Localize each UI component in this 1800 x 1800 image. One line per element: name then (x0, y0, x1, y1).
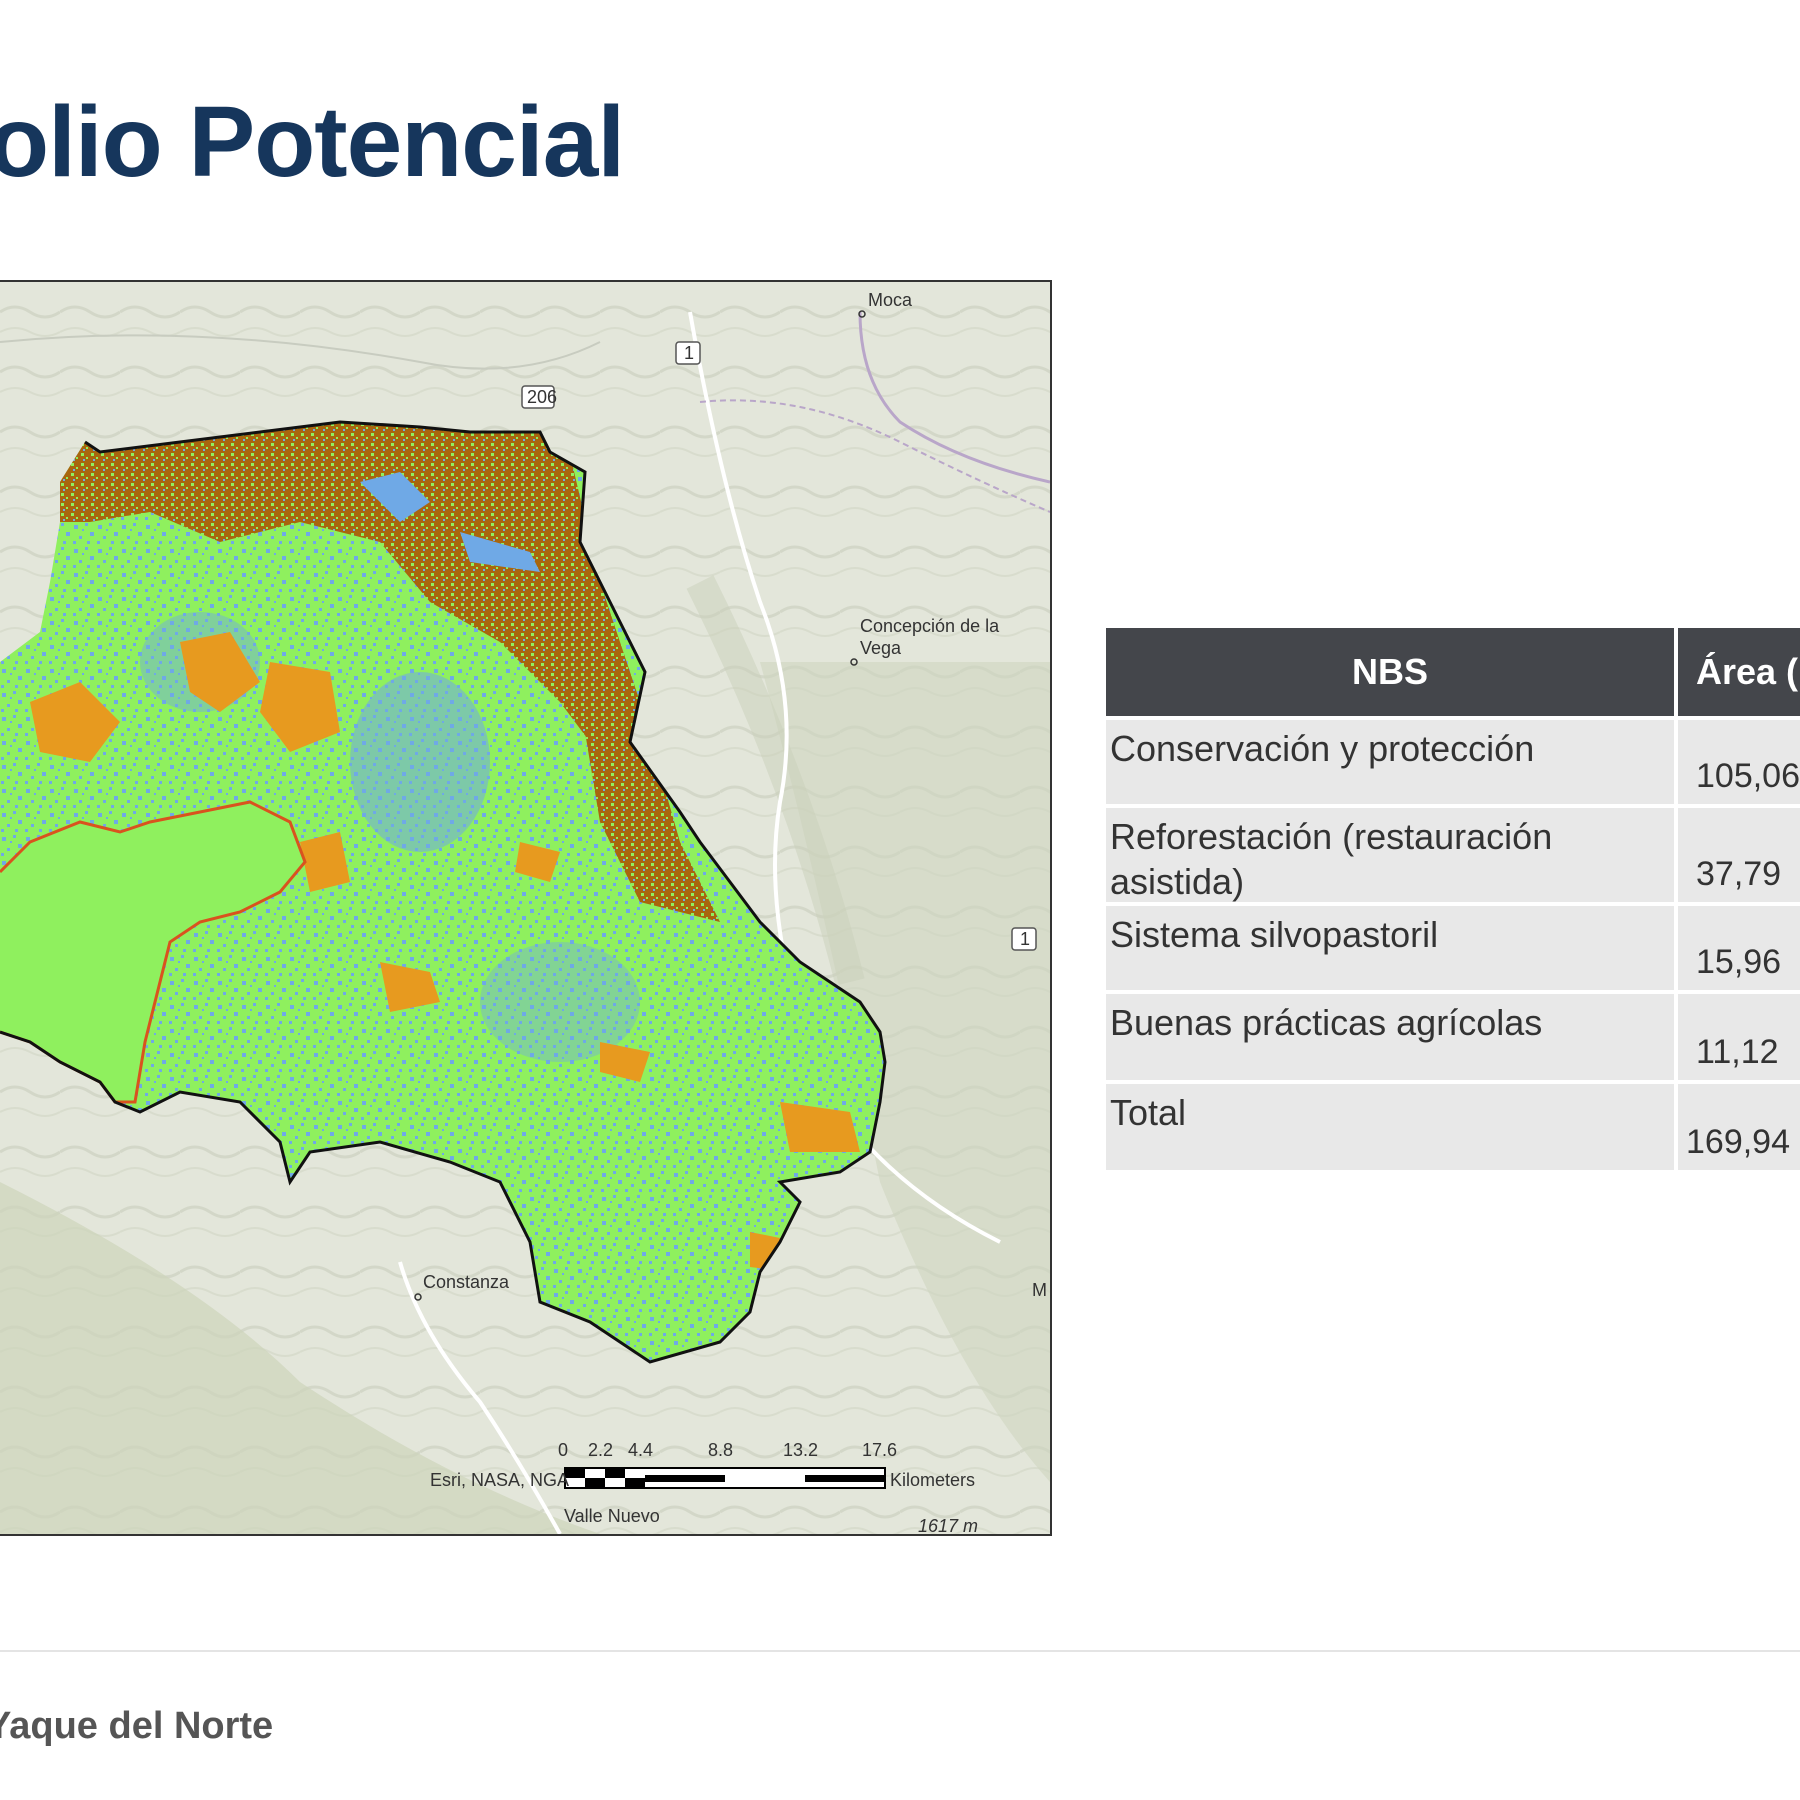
table-row-total: Total 169,94 (1106, 1084, 1800, 1170)
table-row: Buenas prácticas agrícolas 11,12 (1106, 994, 1800, 1080)
road-shield-1b: 1 (1011, 927, 1037, 951)
row-nbs: Reforestación (restauración asistida) (1106, 808, 1674, 902)
row-nbs: Sistema silvopastoril (1106, 906, 1674, 990)
label-concepcion-1: Concepción de la (860, 616, 1000, 636)
row-area: 105,06 (1678, 720, 1800, 804)
nbs-area-table: NBS Área ( Conservación y protección 105… (1106, 628, 1800, 1174)
label-concepcion-2: Vega (860, 638, 902, 658)
header-nbs: NBS (1106, 628, 1674, 716)
header-area: Área ( (1678, 628, 1800, 716)
row-area: 11,12 (1678, 994, 1800, 1080)
label-m-edge: M (1032, 1280, 1047, 1300)
svg-text:0: 0 (558, 1440, 568, 1460)
label-valle-nuevo: Valle Nuevo (564, 1506, 660, 1526)
label-constanza: Constanza (423, 1272, 510, 1292)
table-row: Conservación y protección 105,06 (1106, 720, 1800, 804)
svg-text:2.2: 2.2 (588, 1440, 613, 1460)
svg-text:17.6: 17.6 (862, 1440, 897, 1460)
row-nbs: Conservación y protección (1106, 720, 1674, 804)
svg-text:1: 1 (684, 343, 694, 363)
row-area: 169,94 (1678, 1084, 1800, 1170)
table-row: Sistema silvopastoril 15,96 (1106, 906, 1800, 990)
footer-divider (0, 1650, 1800, 1652)
svg-text:13.2: 13.2 (783, 1440, 818, 1460)
map-canvas: Moca Concepción de la Vega Constanza Val… (0, 282, 1050, 1534)
label-elevation: 1617 m (918, 1516, 978, 1534)
row-nbs: Total (1106, 1084, 1674, 1170)
row-area: 15,96 (1678, 906, 1800, 990)
label-moca: Moca (868, 290, 913, 310)
row-area: 37,79 (1678, 808, 1800, 902)
footer-text: Yaque del Norte (0, 1705, 274, 1747)
row-nbs: Buenas prácticas agrícolas (1106, 994, 1674, 1080)
scale-unit: Kilometers (890, 1470, 975, 1490)
svg-text:4.4: 4.4 (628, 1440, 653, 1460)
nbs-map[interactable]: Moca Concepción de la Vega Constanza Val… (0, 280, 1052, 1536)
attribution: Esri, NASA, NGA (430, 1470, 569, 1490)
page-title: olio Potencial (0, 86, 625, 198)
svg-text:206: 206 (527, 387, 557, 407)
road-shield-206: 206 (521, 385, 557, 409)
road-shield-1: 1 (675, 341, 701, 365)
svg-text:1: 1 (1020, 929, 1030, 949)
table-header-row: NBS Área ( (1106, 628, 1800, 716)
svg-text:8.8: 8.8 (708, 1440, 733, 1460)
table-row: Reforestación (restauración asistida) 37… (1106, 808, 1800, 902)
